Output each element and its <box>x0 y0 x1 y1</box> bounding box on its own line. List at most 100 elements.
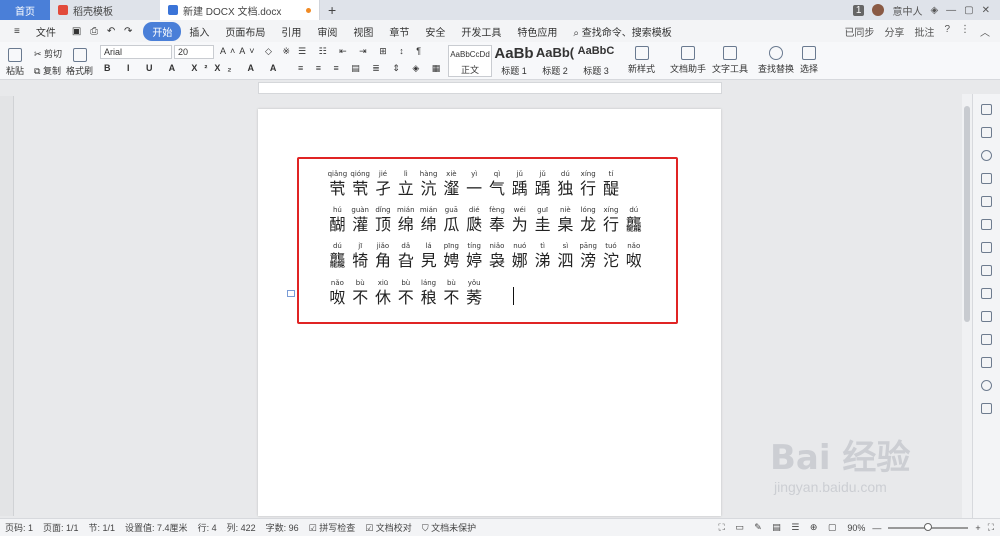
zoom-slider[interactable] <box>888 522 969 531</box>
doc-icon <box>168 5 178 15</box>
search-icon: ⌕ <box>573 27 582 39</box>
find-replace-button[interactable]: 查找替换 <box>758 46 794 75</box>
status-col[interactable]: 列: 422 <box>222 521 261 534</box>
status-row[interactable]: 行: 4 <box>193 521 222 534</box>
menu-security[interactable]: 安全 <box>417 24 453 39</box>
menu-layout[interactable]: 页面布局 <box>217 24 273 39</box>
status-section[interactable]: 节: 1/1 <box>84 521 121 534</box>
copy-button[interactable]: ⧉ 复制 <box>34 64 61 77</box>
view-mode-icons[interactable]: ⛶ ▭ ✎ ▤ ☰ ⊕ ▢ <box>718 522 840 533</box>
status-bar: 页码: 1 页面: 1/1 节: 1/1 设置值: 7.4厘米 行: 4 列: … <box>0 518 1000 536</box>
window-counter[interactable]: 1 <box>852 4 865 16</box>
font-family-select[interactable]: Arial <box>100 45 172 59</box>
cube-icon[interactable] <box>981 173 992 184</box>
share-button[interactable]: 分享 <box>884 24 904 39</box>
menu-bar: ≡ 文件 ▣ ⎙ ↶ ↷ 开始 插入 页面布局 引用 审阅 视图 章节 安全 开… <box>0 20 1000 42</box>
style-heading3[interactable]: AaBbC 标题 3 <box>576 45 616 77</box>
style-heading1-label: 标题 1 <box>501 66 527 76</box>
style-normal-preview: AaBbCcDd <box>450 50 490 59</box>
command-search-label: 查找命令、搜索模板 <box>581 27 672 39</box>
scrollbar-thumb[interactable] <box>964 106 970 322</box>
new-style-button[interactable]: 新样式 <box>628 46 655 75</box>
collapse-icon[interactable]: ︿ <box>980 24 990 39</box>
format-painter-button[interactable]: 格式刷 <box>66 48 93 77</box>
minimize-icon[interactable]: — <box>946 5 956 16</box>
menu-references[interactable]: 引用 <box>273 24 309 39</box>
menu-file[interactable]: 文件 <box>28 24 64 39</box>
doc-protect[interactable]: ⛉ 文档未保护 <box>417 521 481 534</box>
docer-icon <box>58 5 68 15</box>
cut-button[interactable]: ✂ 剪切 <box>34 47 62 60</box>
font-size-select[interactable]: 20 <box>174 45 214 59</box>
spell-check[interactable]: ☑ 拼写检查 <box>304 521 361 534</box>
style-heading1[interactable]: AaBb 标题 1 <box>494 45 534 77</box>
maximize-icon[interactable]: ▢ <box>964 5 973 16</box>
user-name[interactable]: 意中人 <box>892 3 922 18</box>
table-icon[interactable] <box>981 219 992 230</box>
find-replace-label: 查找替换 <box>758 64 795 74</box>
doc-protect-label: 文档未保护 <box>431 523 477 533</box>
align-tools[interactable]: ≡ ≡ ≡ ▤ ≣ ⇕ ◈ ▦ <box>298 63 445 74</box>
status-setting[interactable]: 设置值: 7.4厘米 <box>120 521 193 534</box>
zoom-level[interactable]: 90% <box>847 523 865 533</box>
menu-developer[interactable]: 开发工具 <box>453 24 509 39</box>
fit-icon[interactable]: ⛶ <box>988 522 994 533</box>
style-heading2[interactable]: AaBb(标题 2 <box>536 45 574 77</box>
zoom-out-icon[interactable]: — <box>872 523 881 533</box>
new-style-icon <box>634 46 649 60</box>
menu-home[interactable]: 开始 <box>143 21 182 41</box>
zoom-slider-thumb[interactable] <box>924 522 933 531</box>
window-icon[interactable] <box>981 334 992 345</box>
style-heading3-preview: AaBbC <box>577 45 615 57</box>
pin-icon[interactable] <box>981 127 992 138</box>
comment-button[interactable]: 批注 <box>914 24 934 39</box>
status-pages[interactable]: 页面: 1/1 <box>38 521 84 534</box>
settings-icon[interactable] <box>981 380 992 391</box>
location-icon[interactable] <box>981 150 992 161</box>
vertical-scrollbar[interactable] <box>962 94 972 518</box>
image-icon[interactable] <box>981 357 992 368</box>
menu-review[interactable]: 审阅 <box>309 24 345 39</box>
zoom-in-icon[interactable]: + <box>975 523 980 533</box>
pages-icon[interactable] <box>981 288 992 299</box>
new-tab-button[interactable]: + <box>320 0 344 20</box>
sync-button[interactable]: 已同步 <box>844 24 874 39</box>
menu-view[interactable]: 视图 <box>345 24 381 39</box>
avatar[interactable] <box>872 4 885 16</box>
font-size-tools[interactable]: A˄A˅ ◇ ※ <box>220 46 294 57</box>
close-icon[interactable]: ✕ <box>982 5 990 16</box>
text-tools-button[interactable]: 文字工具 <box>712 46 748 75</box>
chart-icon[interactable] <box>981 242 992 253</box>
paste-button[interactable]: 粘贴 <box>6 48 24 77</box>
status-page[interactable]: 页码: 1 <box>0 521 38 534</box>
pen-icon[interactable] <box>981 104 992 115</box>
hamburger-icon[interactable]: ≡ <box>6 26 28 37</box>
tab-document[interactable]: 新建 DOCX 文档.docx <box>160 0 320 20</box>
menu-features[interactable]: 特色应用 <box>509 24 565 39</box>
select-button[interactable]: 选择 <box>800 46 818 75</box>
skin-icon[interactable]: ◈ <box>930 5 938 16</box>
sliders-icon[interactable] <box>981 265 992 276</box>
more-icon[interactable]: ⋮ <box>960 24 970 39</box>
menu-insert[interactable]: 插入 <box>181 24 217 39</box>
menu-section[interactable]: 章节 <box>381 24 417 39</box>
style-normal[interactable]: AaBbCcDd 正文 <box>448 45 492 77</box>
doc-helper-button[interactable]: 文档助手 <box>670 46 706 75</box>
vertical-ruler[interactable] <box>0 96 14 516</box>
doc-outline-icon[interactable] <box>981 196 992 207</box>
font-style-tools[interactable]: B I U A X²X₂ A A <box>104 63 283 73</box>
quick-tools[interactable]: ▣ ⎙ ↶ ↷ <box>64 26 144 37</box>
more-tools-icon[interactable] <box>981 403 992 414</box>
tab-home[interactable]: 首页 <box>0 0 50 20</box>
list-tools[interactable]: ☰ ☷ ⇤ ⇥ ⊞ ↕ ¶ <box>298 46 426 57</box>
horizontal-ruler[interactable] <box>258 82 722 94</box>
paragraph-marker-icon[interactable] <box>287 290 295 297</box>
command-search[interactable]: ⌕ 查找命令、搜索模板 <box>565 24 679 39</box>
wps-writer-window: 首页 稻壳模板 新建 DOCX 文档.docx + 1 意中人 ◈ — ▢ ✕ … <box>0 0 1000 536</box>
status-words[interactable]: 字数: 96 <box>261 521 304 534</box>
doc-proof[interactable]: ☑ 文档校对 <box>360 521 417 534</box>
help-icon[interactable]: ? <box>944 24 950 39</box>
tab-template[interactable]: 稻壳模板 <box>50 0 160 20</box>
unsaved-dot-icon <box>306 7 311 13</box>
share-icon[interactable] <box>981 311 992 322</box>
